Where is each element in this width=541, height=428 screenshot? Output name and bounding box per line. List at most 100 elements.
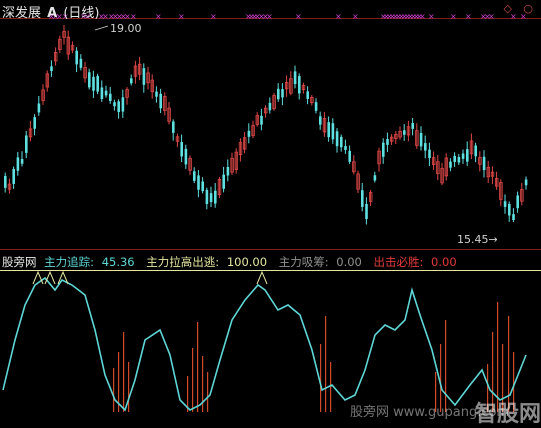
indicator-source: 股旁网 (2, 255, 37, 269)
candle (293, 65, 297, 89)
candle (382, 138, 385, 164)
candle (4, 172, 7, 193)
legend-trace: 主力追踪: 45.36 (44, 255, 135, 269)
period-label: (日线) (63, 6, 100, 21)
candle (289, 71, 293, 96)
candle (284, 75, 289, 97)
candle (255, 112, 259, 127)
candle (155, 86, 158, 103)
legend-accumulate: 主力吸筹: 0.00 (278, 255, 362, 269)
candle (486, 160, 490, 184)
candle (361, 182, 364, 212)
candle (20, 151, 24, 167)
signal-marker: × (352, 12, 359, 21)
candle (335, 128, 339, 153)
candle (298, 73, 301, 100)
candle (512, 208, 515, 223)
candle (167, 102, 171, 125)
candle (373, 171, 377, 183)
candle (45, 70, 49, 92)
candle (403, 124, 406, 141)
signal-bar (192, 348, 194, 412)
candle (327, 116, 330, 142)
signal-marker: × (210, 12, 217, 21)
candle (113, 99, 116, 111)
candle (209, 186, 213, 207)
signal-marker: × (419, 12, 426, 21)
candle (474, 142, 477, 163)
candle (272, 92, 276, 111)
signal-marker: × (465, 12, 472, 21)
candle (457, 153, 461, 165)
candle (453, 152, 456, 167)
candle (478, 151, 482, 172)
candle (104, 85, 108, 98)
candle (121, 89, 125, 118)
candle (150, 74, 154, 99)
candle (70, 41, 75, 54)
candle (184, 144, 188, 169)
chart-title: 深发展 A (日线) (2, 2, 100, 21)
low-price-label: 15.45→ (457, 233, 498, 246)
candle (301, 82, 306, 94)
candle (142, 63, 146, 93)
candle (520, 182, 524, 206)
signal-bar (128, 362, 130, 412)
candle (490, 166, 495, 185)
candle (260, 108, 263, 131)
candle (469, 133, 474, 159)
candle (205, 187, 209, 210)
candle (172, 119, 175, 141)
candle (188, 155, 192, 176)
candle (234, 148, 238, 174)
indicator-legend: 股旁网 主力追踪: 45.36 主力拉高出逃: 100.00 主力吸筹: 0.0… (2, 254, 465, 270)
signal-marker: × (450, 12, 457, 21)
signal-marker: × (335, 12, 342, 21)
candle (25, 130, 28, 159)
candle (238, 138, 243, 162)
candle (431, 151, 436, 170)
candle (322, 112, 327, 137)
candle (214, 183, 217, 208)
candle (96, 73, 99, 95)
candle (197, 170, 200, 198)
candle (386, 132, 389, 153)
candle (461, 149, 465, 164)
signal-bar (330, 362, 332, 412)
candle (440, 162, 444, 186)
signal-marker: × (155, 12, 162, 21)
candle (41, 84, 45, 105)
candle (54, 47, 58, 66)
candle (415, 123, 419, 149)
signal-marker: × (266, 12, 273, 21)
candle (319, 111, 322, 130)
candle (277, 83, 280, 102)
candle (50, 60, 53, 77)
candle (411, 117, 414, 136)
candle (310, 94, 314, 106)
candle (247, 123, 251, 144)
candle (394, 130, 398, 144)
signal-marker: × (488, 12, 495, 21)
signal-bar (113, 368, 115, 412)
candle (66, 30, 70, 60)
candle (163, 92, 167, 116)
candle (201, 177, 204, 194)
candle (406, 120, 411, 142)
candle (306, 86, 309, 105)
candle (444, 153, 448, 181)
candle (314, 98, 318, 114)
escape-marker (256, 270, 268, 285)
escape-marker (44, 270, 56, 285)
trace-line (2, 276, 527, 412)
candle (331, 118, 335, 144)
candlestick-chart[interactable]: ××× × ×× ×× ××××× × × × × ××××××× × × × ×××××××××××××… (0, 0, 541, 250)
signal-marker: × (178, 12, 185, 21)
candle (499, 179, 503, 207)
signal-marker: × (130, 12, 137, 21)
candle (508, 201, 511, 222)
candle (466, 141, 469, 167)
signal-marker: × (295, 12, 302, 21)
window-controls[interactable]: ◇ ○ (503, 2, 537, 15)
candle (75, 47, 78, 73)
